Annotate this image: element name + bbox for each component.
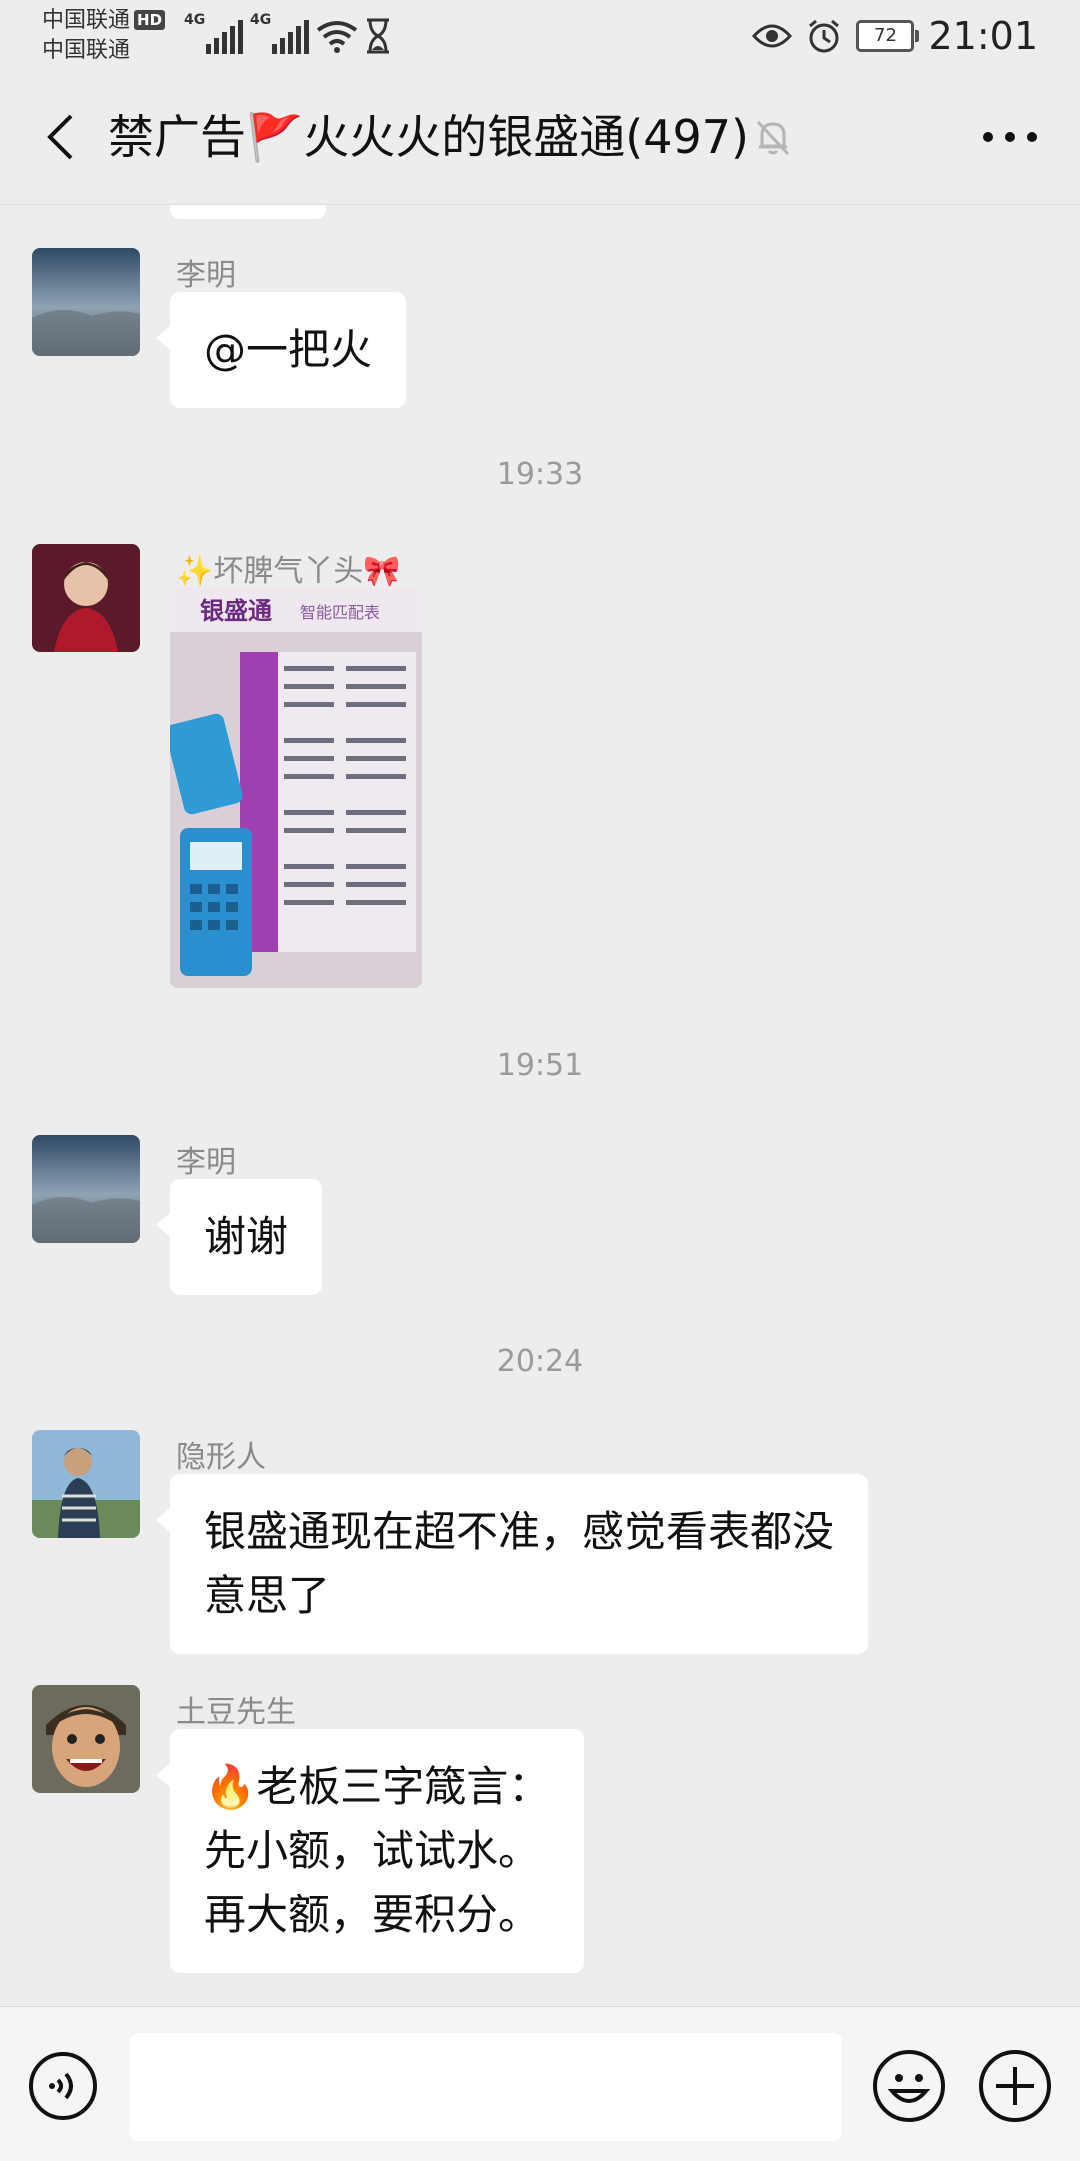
carrier-info: 中国联通 HD 中国联通 xyxy=(42,6,166,66)
emoji-icon[interactable] xyxy=(872,2049,946,2123)
signal-1-icon: 4G xyxy=(184,12,243,54)
input-bar xyxy=(0,2006,1080,2161)
sender-name: ✨坏脾气丫头🎀 xyxy=(176,554,401,589)
message-bubble[interactable]: 谢谢 xyxy=(155,1179,323,1295)
back-button[interactable] xyxy=(30,102,90,172)
message-bubble[interactable]: @一把火 xyxy=(155,292,407,408)
status-bar: 中国联通 HD 中国联通 4G 4G 72 21:01 xyxy=(0,0,1080,72)
more-button[interactable] xyxy=(974,116,1046,158)
voice-icon[interactable] xyxy=(28,2051,98,2121)
message-line: 银盛通现在超不准，感觉看表都没 xyxy=(204,1507,835,1556)
plus-icon[interactable] xyxy=(978,2049,1052,2123)
status-right: 72 21:01 xyxy=(752,12,1038,60)
network-type-1: 4G xyxy=(184,12,206,28)
message-line: 先小额，试试水。 xyxy=(204,1826,541,1875)
chat-title: 禁广告🚩火火火的银盛通(497) xyxy=(108,110,749,164)
status-time: 21:01 xyxy=(928,14,1038,58)
avatar[interactable] xyxy=(32,1135,140,1243)
network-type-2: 4G xyxy=(250,12,272,28)
hd-badge: HD xyxy=(134,10,166,30)
sender-name: 李明 xyxy=(176,1145,236,1180)
more-icon xyxy=(983,132,1037,142)
wifi-icon xyxy=(316,21,358,53)
image-message[interactable]: 银盛通 智能匹配表 xyxy=(170,588,422,988)
timestamp: 20:24 xyxy=(496,1344,584,1379)
eye-icon xyxy=(752,24,793,48)
alarm-icon xyxy=(809,19,840,53)
timestamp: 19:33 xyxy=(496,457,584,492)
avatar[interactable] xyxy=(32,544,140,652)
message-line: 🔥老板三字箴言： xyxy=(204,1762,551,1811)
timestamp: 19:51 xyxy=(496,1048,584,1083)
signal-2-icon: 4G xyxy=(250,12,309,54)
avatar[interactable] xyxy=(32,1685,140,1793)
avatar[interactable] xyxy=(32,1430,140,1538)
hourglass-icon xyxy=(367,18,389,54)
message-bubble[interactable]: 银盛通现在超不准，感觉看表都没 意思了 xyxy=(155,1474,869,1654)
message-input[interactable] xyxy=(130,2033,842,2141)
back-arrow-icon xyxy=(47,114,73,160)
avatar[interactable] xyxy=(32,248,140,356)
sender-name: 李明 xyxy=(176,258,236,293)
mute-bell-icon xyxy=(756,120,790,156)
partial-bubble xyxy=(170,205,326,219)
carrier-1: 中国联通 xyxy=(42,8,131,33)
chat-messages[interactable]: 李明 @一把火 19:33 ✨坏脾气丫头🎀 银盛通 智能匹配表 19:51 李明… xyxy=(0,205,1080,2005)
carrier-2: 中国联通 xyxy=(42,38,131,63)
battery-icon: 72 xyxy=(856,20,920,52)
sender-name: 隐形人 xyxy=(176,1440,266,1475)
message-line: 再大额，要积分。 xyxy=(204,1890,541,1939)
chat-header: 禁广告🚩火火火的银盛通(497) xyxy=(0,72,1080,205)
sender-name: 土豆先生 xyxy=(176,1695,296,1730)
image-subtitle: 智能匹配表 xyxy=(300,603,380,622)
image-title: 银盛通 xyxy=(200,597,272,625)
message-line: 意思了 xyxy=(204,1571,331,1620)
message-bubble[interactable]: 🔥老板三字箴言： 先小额，试试水。 再大额，要积分。 xyxy=(155,1729,585,1973)
